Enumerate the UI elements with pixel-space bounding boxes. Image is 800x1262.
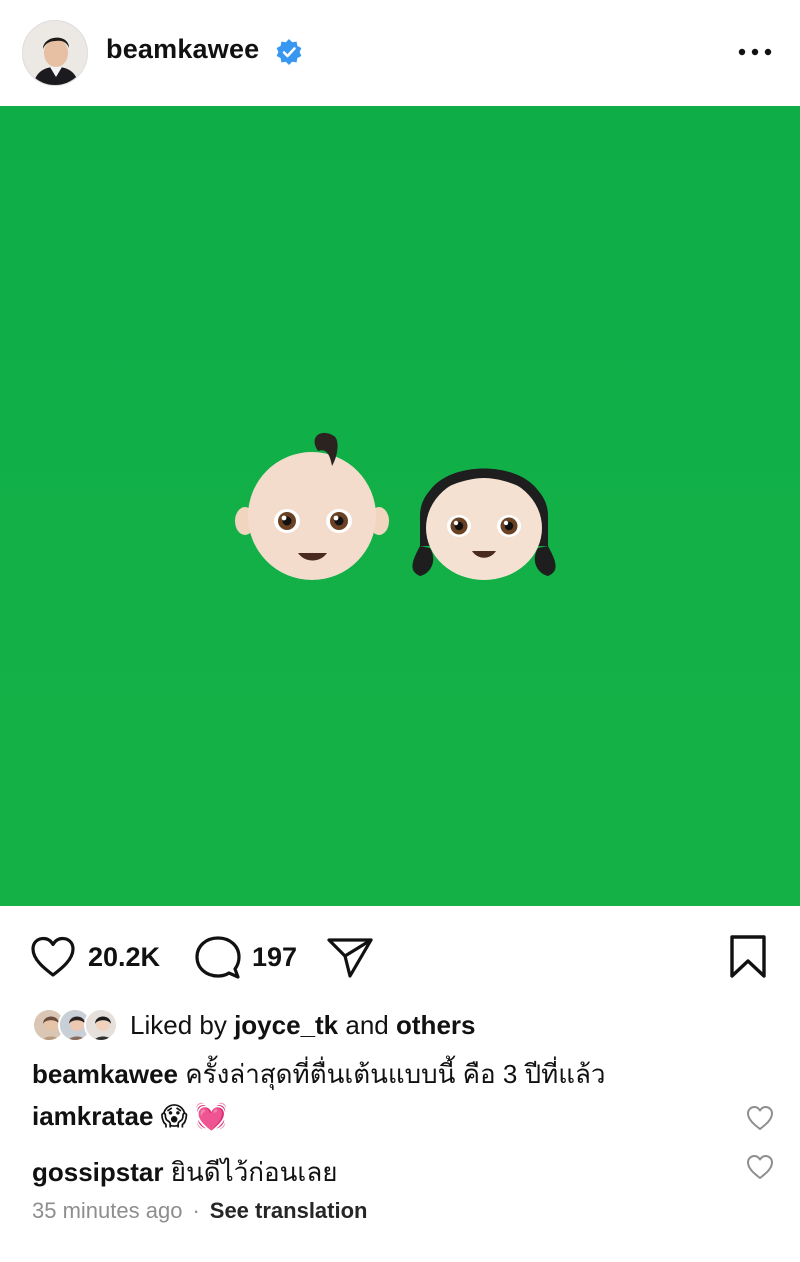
comment-like-heart-icon[interactable]: [746, 1154, 774, 1180]
action-bar: 20.2K 197: [0, 906, 800, 1006]
post-username[interactable]: beamkawee: [106, 34, 259, 65]
liked-by-text[interactable]: Liked by joyce_tk and others: [130, 1010, 475, 1041]
post-caption: beamkawee ครั้งล่าสุดที่ตื่นเต้นแบบนี้ ค…: [32, 1054, 606, 1095]
post-timestamp: 35 minutes ago: [32, 1198, 183, 1223]
comment-text: ยินดีไว้ก่อนเลย: [170, 1157, 338, 1187]
post-image[interactable]: [0, 106, 800, 906]
see-translation-link[interactable]: See translation: [210, 1198, 368, 1223]
liked-by-others[interactable]: others: [396, 1010, 475, 1040]
caption-text: ครั้งล่าสุดที่ตื่นเต้นแบบนี้ คือ 3 ปีที่…: [185, 1059, 606, 1089]
comment-text: 😱 💓: [160, 1101, 228, 1131]
comment-row: gossipstar ยินดีไว้ก่อนเลย: [32, 1152, 338, 1193]
post-header: beamkawee: [0, 0, 800, 106]
comment-bubble-icon[interactable]: [195, 935, 241, 981]
comment-like-heart-icon[interactable]: [746, 1105, 774, 1131]
liked-by-user[interactable]: joyce_tk: [234, 1010, 338, 1040]
send-icon[interactable]: [326, 936, 374, 980]
bookmark-icon[interactable]: [728, 934, 768, 980]
meta-separator: ·: [192, 1198, 200, 1223]
liker-avatar: [84, 1008, 118, 1042]
more-options-icon[interactable]: [736, 38, 776, 66]
comment-row: iamkratae 😱 💓: [32, 1101, 227, 1132]
comment-username[interactable]: gossipstar: [32, 1157, 164, 1187]
comment-username[interactable]: iamkratae: [32, 1101, 153, 1131]
like-count[interactable]: 20.2K: [88, 942, 160, 973]
post-meta: 35 minutes ago · See translation: [32, 1198, 367, 1224]
profile-avatar[interactable]: [22, 20, 88, 86]
comment-count[interactable]: 197: [252, 942, 297, 973]
verified-badge-icon: [276, 39, 302, 65]
liked-by-row[interactable]: Liked by joyce_tk and others: [32, 1006, 772, 1046]
heart-icon[interactable]: [30, 936, 76, 978]
caption-username[interactable]: beamkawee: [32, 1059, 178, 1089]
